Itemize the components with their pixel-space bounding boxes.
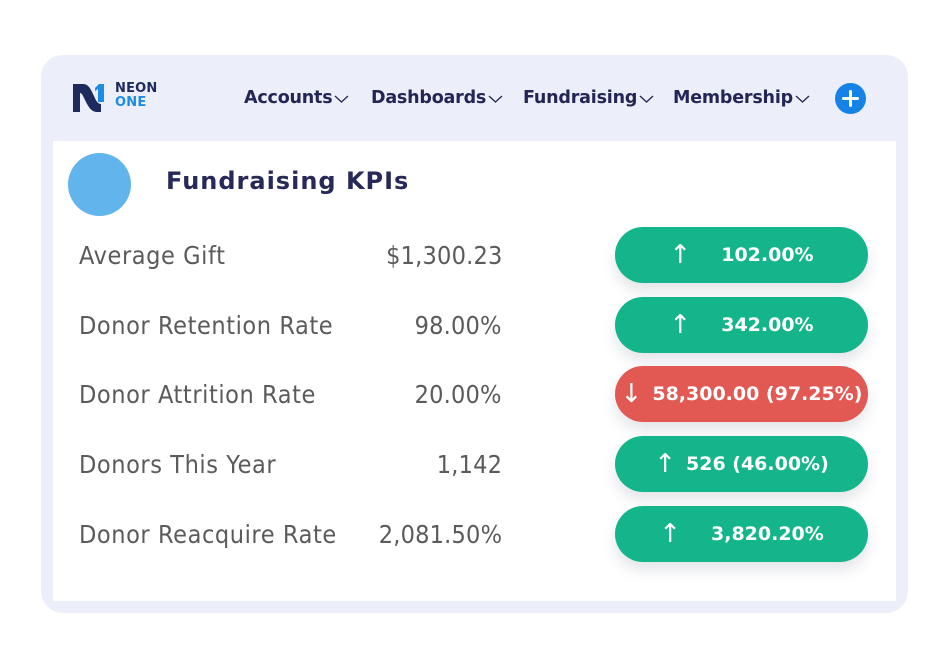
- kpi-label: Donor Reacquire Rate: [79, 520, 337, 549]
- arrow-up-icon: ↑: [659, 519, 681, 549]
- nav-dashboards-label: Dashboards: [371, 88, 487, 108]
- kpi-row-donor-attrition-rate: Donor Attrition Rate 20.00% ↓ 58,300.00 …: [53, 366, 896, 422]
- kpi-change-badge[interactable]: ↑ 342.00%: [615, 297, 868, 353]
- kpi-value: 20.00%: [414, 380, 502, 409]
- kpi-label: Average Gift: [79, 241, 226, 270]
- kpi-change-text: 526 (46.00%): [686, 453, 829, 475]
- brand-wordmark: NEON ONE: [115, 82, 158, 110]
- kpi-row-donor-reacquire-rate: Donor Reacquire Rate 2,081.50% ↑ 3,820.2…: [53, 506, 896, 562]
- nav-accounts-label: Accounts: [244, 88, 333, 108]
- top-navbar: NEON ONE Accounts Dashboards Fundraising…: [41, 55, 908, 141]
- nav-fundraising[interactable]: Fundraising: [523, 83, 654, 113]
- kpi-value: $1,300.23: [385, 241, 502, 270]
- kpi-change-badge[interactable]: ↑ 526 (46.00%): [615, 436, 868, 492]
- kpi-value: 1,142: [436, 450, 502, 479]
- plus-icon: [842, 90, 859, 107]
- nav-membership[interactable]: Membership: [673, 83, 810, 113]
- fundraising-kpis-widget: Fundraising KPIs Average Gift $1,300.23 …: [53, 141, 896, 601]
- widget-title: Fundraising KPIs: [166, 167, 410, 195]
- kpi-value: 98.00%: [414, 311, 502, 340]
- chevron-down-icon: [639, 95, 654, 103]
- arrow-up-icon: ↑: [654, 449, 676, 479]
- kpi-change-badge[interactable]: ↓ 58,300.00 (97.25%): [615, 366, 868, 422]
- chevron-down-icon: [334, 95, 349, 103]
- kpi-change-text: 342.00%: [721, 314, 814, 336]
- app-frame: NEON ONE Accounts Dashboards Fundraising…: [41, 55, 908, 613]
- chevron-down-icon: [488, 95, 503, 103]
- kpi-label: Donor Attrition Rate: [79, 380, 316, 409]
- kpi-row-donors-this-year: Donors This Year 1,142 ↑ 526 (46.00%): [53, 436, 896, 492]
- arrow-up-icon: ↑: [669, 240, 692, 270]
- arrow-down-icon: ↓: [620, 379, 643, 409]
- neon-one-logo-icon: [73, 84, 104, 112]
- brand-logo[interactable]: NEON ONE: [71, 77, 163, 115]
- kpi-change-text: 102.00%: [721, 244, 814, 266]
- kpi-change-text: 3,820.20%: [711, 523, 824, 545]
- nav-membership-label: Membership: [673, 88, 793, 108]
- nav-fundraising-label: Fundraising: [523, 88, 638, 108]
- arrow-up-icon: ↑: [669, 310, 692, 340]
- nav-dashboards[interactable]: Dashboards: [371, 83, 503, 113]
- brand-line2: ONE: [115, 95, 147, 110]
- chevron-down-icon: [795, 95, 810, 103]
- kpi-label: Donor Retention Rate: [79, 311, 334, 340]
- brand-line1: NEON: [115, 81, 158, 96]
- nav-accounts[interactable]: Accounts: [244, 83, 349, 113]
- kpi-row-donor-retention-rate: Donor Retention Rate 98.00% ↑ 342.00%: [53, 297, 896, 353]
- kpi-change-badge[interactable]: ↑ 3,820.20%: [615, 506, 868, 562]
- kpi-value: 2,081.50%: [378, 520, 502, 549]
- kpi-change-badge[interactable]: ↑ 102.00%: [615, 227, 868, 283]
- kpi-row-average-gift: Average Gift $1,300.23 ↑ 102.00%: [53, 227, 896, 283]
- kpi-label: Donors This Year: [79, 450, 277, 479]
- add-button[interactable]: [835, 83, 866, 114]
- widget-avatar: [68, 153, 131, 216]
- kpi-change-text: 58,300.00 (97.25%): [652, 383, 863, 405]
